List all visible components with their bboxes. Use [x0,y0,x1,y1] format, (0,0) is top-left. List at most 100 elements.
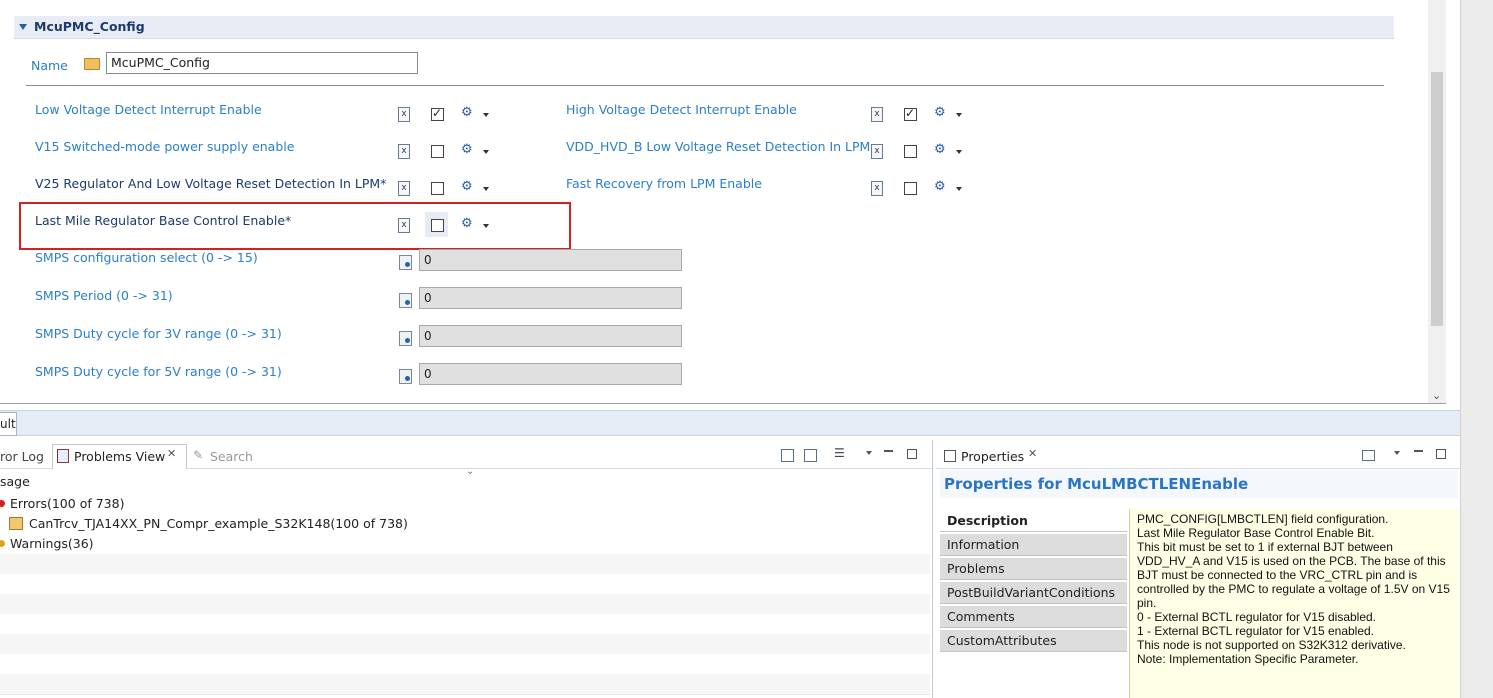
properties-title: Properties for McuLMBCTLENEnable [944,475,1249,493]
smps-duty-3v-field[interactable]: 0 [419,325,682,347]
warnings-group-label[interactable]: Warnings(36) [10,536,94,551]
smps-config-field[interactable]: 0 [419,249,682,271]
chevron-down-icon[interactable] [1394,451,1400,455]
chevron-down-icon[interactable] [956,150,962,154]
pin-icon[interactable] [1362,450,1375,461]
table-row [0,614,930,635]
tab-problems[interactable]: Problems [940,558,1127,580]
close-icon[interactable]: ✕ [167,447,176,460]
param-label-smps-config: SMPS configuration select (0 -> 15) [35,250,258,265]
smps-duty-5v-field[interactable]: 0 [419,363,682,385]
tab-error-log[interactable]: ror Log [0,449,44,464]
param-label-vdd-hvd-b: VDD_HVD_B Low Voltage Reset Detection In… [566,139,871,154]
table-row [0,574,930,595]
table-row [0,634,930,655]
column-header-message[interactable]: sage [0,474,30,489]
tab-comments[interactable]: Comments [940,606,1127,628]
checkbox-vdd-hvd-b[interactable] [904,145,917,158]
param-label-smps-duty-3v: SMPS Duty cycle for 3V range (0 -> 31) [35,326,282,341]
chevron-down-icon[interactable] [956,187,962,191]
editor-tab-strip [0,410,1460,436]
tool-wrench-icon[interactable]: ⚙ [461,105,473,120]
side-window-edge [1460,0,1493,698]
scrollbar-thumb[interactable] [1431,72,1443,326]
tool-wrench-icon[interactable]: ⚙ [461,179,473,194]
chevron-down-icon[interactable] [956,113,962,117]
x-default-icon[interactable]: x [871,107,883,122]
name-label: Name [31,58,68,73]
tab-result[interactable]: ult [0,412,17,436]
checkbox-v25-regulator[interactable] [431,182,444,195]
tab-postbuild-variant-conditions[interactable]: PostBuildVariantConditions [940,582,1127,604]
project-icon [9,517,23,530]
number-field-icon [399,255,412,270]
tool-wrench-icon[interactable]: ⚙ [934,179,946,194]
chevron-down-icon[interactable] [866,451,872,455]
table-row[interactable] [0,534,930,555]
param-label-smps-period: SMPS Period (0 -> 31) [35,288,173,303]
param-label-hvd-interrupt: High Voltage Detect Interrupt Enable [566,102,797,117]
tool-wrench-icon[interactable]: ⚙ [934,105,946,120]
table-row [0,654,930,675]
expand-all-icon[interactable] [781,449,794,462]
editor-border [0,403,1446,404]
chevron-down-icon[interactable] [483,150,489,154]
scroll-down-icon[interactable]: ⌄ [1432,389,1441,402]
folder-icon [84,58,100,70]
window-gap [1446,0,1460,440]
name-input[interactable]: McuPMC_Config [106,52,418,74]
separator [26,85,1384,86]
checkbox-v15-smps[interactable] [431,145,444,158]
collapse-all-icon[interactable] [804,449,817,462]
x-default-icon[interactable]: x [398,144,410,159]
tab-information[interactable]: Information [940,534,1127,556]
project-row-label[interactable]: CanTrcv_TJA14XX_PN_Compr_example_S32K148… [29,516,408,531]
number-field-icon [399,293,412,308]
number-field-icon [399,369,412,384]
param-label-lvd-interrupt: Low Voltage Detect Interrupt Enable [35,102,262,117]
minimize-icon[interactable] [884,450,893,452]
tool-wrench-icon[interactable]: ⚙ [461,142,473,157]
param-label-fast-recovery: Fast Recovery from LPM Enable [566,176,762,191]
checkbox-fast-recovery[interactable] [904,182,917,195]
number-field-icon [399,331,412,346]
maximize-icon[interactable] [907,449,917,459]
tab-search[interactable]: Search [210,449,253,464]
properties-icon [944,450,956,462]
section-header[interactable]: McuPMC_Config [14,16,1394,39]
tab-problems-view[interactable]: Problems View [74,449,165,464]
tab-custom-attributes[interactable]: CustomAttributes [940,630,1127,652]
chevron-down-icon[interactable] [483,187,489,191]
checkbox-last-mile-regulator[interactable] [431,219,444,232]
chevron-down-icon[interactable] [483,113,489,117]
x-default-icon[interactable]: x [871,181,883,196]
table-row [0,594,930,615]
x-default-icon[interactable]: x [398,107,410,122]
chevron-down-icon[interactable] [483,224,489,228]
checkbox-hvd-interrupt[interactable] [904,106,917,121]
collapse-triangle-icon[interactable] [19,24,27,30]
smps-period-field[interactable]: 0 [419,287,682,309]
maximize-icon[interactable] [1436,449,1446,459]
tool-wrench-icon[interactable]: ⚙ [934,142,946,157]
problems-icon [57,449,69,463]
minimize-icon[interactable] [1414,450,1423,452]
view-menu-icon[interactable]: ☰ [834,446,845,460]
x-default-icon[interactable]: x [398,181,410,196]
param-label-smps-duty-5v: SMPS Duty cycle for 5V range (0 -> 31) [35,364,282,379]
description-text: PMC_CONFIG[LMBCTLEN] field configuration… [1137,512,1450,666]
x-default-icon[interactable]: x [398,218,410,233]
param-label-v25-regulator: V25 Regulator And Low Voltage Reset Dete… [35,176,387,191]
tab-description[interactable]: Description [940,510,1127,532]
checkbox-lvd-interrupt[interactable] [431,106,444,121]
close-icon[interactable]: ✕ [1028,447,1037,460]
sort-chevron-icon[interactable]: ⌄ [466,466,474,477]
tool-wrench-icon[interactable]: ⚙ [461,216,473,231]
x-default-icon[interactable]: x [871,144,883,159]
section-title: McuPMC_Config [34,19,145,34]
table-row [0,554,930,575]
table-row[interactable] [0,494,930,515]
param-label-v15-smps: V15 Switched-mode power supply enable [35,139,295,154]
tab-properties[interactable]: Properties [961,449,1024,464]
errors-group-label[interactable]: Errors(100 of 738) [10,496,124,511]
